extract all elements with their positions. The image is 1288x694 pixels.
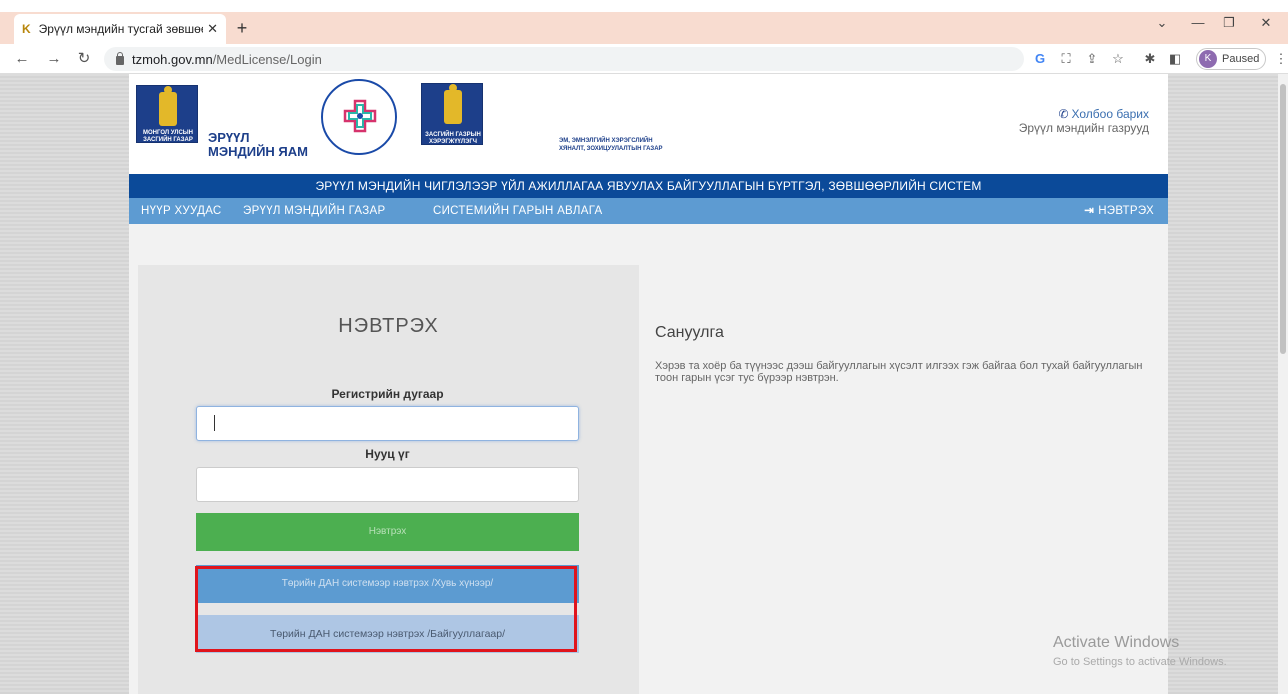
login-submit-button[interactable]: Нэвтрэх xyxy=(196,513,579,551)
register-number-input[interactable] xyxy=(196,406,579,441)
nav-item-health-department[interactable]: ЭРҮҮЛ МЭНДИЙН ГАЗАР xyxy=(243,198,385,224)
site-header: МОНГОЛ УЛСЫН ЗАСГИЙН ГАЗАР ЭРҮҮЛ МЭНДИЙН… xyxy=(129,74,1168,174)
tab-title: Эрүүл мэндийн тусгай зөвшөөр xyxy=(38,22,204,36)
ministry-line1: ЭРҮҮЛ xyxy=(208,130,250,145)
soyombo-icon xyxy=(444,84,462,124)
medical-cross-icon xyxy=(343,99,377,133)
forward-icon[interactable]: → xyxy=(44,49,64,69)
agency-line2: ХЯНАЛТ, ЗОХИЦУУЛАЛТЫН ГАЗАР xyxy=(559,146,663,152)
google-icon[interactable]: G xyxy=(1031,51,1049,66)
minimize-icon[interactable]: — xyxy=(1188,15,1208,30)
password-input[interactable] xyxy=(196,467,579,502)
close-window-icon[interactable]: ✕ xyxy=(1256,15,1276,31)
login-title: НЭВТРЭХ xyxy=(338,315,439,337)
share-icon[interactable]: ⇪ xyxy=(1083,51,1101,67)
browser-tab[interactable]: K Эрүүл мэндийн тусгай зөвшөөр ✕ xyxy=(14,14,226,44)
tab-search-icon[interactable]: ⌄ xyxy=(1152,15,1172,31)
star-icon[interactable]: ☆ xyxy=(1109,51,1127,67)
nav-login-link[interactable]: ⇥ НЭВТРЭХ xyxy=(1084,198,1154,224)
password-label: Нууц үг xyxy=(365,447,410,461)
ministry-circle-logo xyxy=(321,79,397,155)
menu-icon[interactable]: ⋮ xyxy=(1272,51,1288,67)
agency-name: ЭМ, ЭМНЭЛГИЙН ХЭРЭГСЛИЙН ХЯНАЛТ, ЗОХИЦУУ… xyxy=(559,137,663,153)
ministry-line2: МЭНДИЙН ЯАМ xyxy=(208,144,308,159)
register-field-wrap xyxy=(138,406,639,441)
government-emblem-logo: МОНГОЛ УЛСЫН ЗАСГИЙН ГАЗАР xyxy=(136,85,198,143)
soyombo-icon xyxy=(159,86,177,126)
site-container: МОНГОЛ УЛСЫН ЗАСГИЙН ГАЗАР ЭРҮҮЛ МЭНДИЙН… xyxy=(129,74,1168,694)
agency-emblem-caption: ЗАСГИЙН ГАЗРЫН ХЭРЭГЖҮҮЛЭГЧ АГЕНТЛАГ xyxy=(425,132,481,152)
back-icon[interactable]: ← xyxy=(12,49,32,69)
url-host: tzmoh.gov.mn xyxy=(132,51,213,67)
main-navbar: НҮҮР ХУУДАС ЭРҮҮЛ МЭНДИЙН ГАЗАР СИСТЕМИЙ… xyxy=(129,198,1168,224)
window-top-strip xyxy=(0,0,1288,12)
contact-link[interactable]: ✆ Холбоо барих xyxy=(1019,107,1149,121)
page-scrollbar[interactable] xyxy=(1278,74,1288,694)
emblem-caption: МОНГОЛ УЛСЫН ЗАСГИЙН ГАЗАР xyxy=(143,130,193,143)
profile-button[interactable]: K Paused xyxy=(1196,48,1266,70)
lock-icon xyxy=(116,51,124,65)
sign-in-icon: ⇥ xyxy=(1084,205,1095,217)
activate-windows-title: Activate Windows xyxy=(1053,634,1180,651)
url-field[interactable]: tzmoh.gov.mn/MedLicense/Login xyxy=(104,47,1024,71)
extensions-icon[interactable]: ✱ xyxy=(1141,51,1159,67)
nav-item-manual[interactable]: СИСТЕМИЙН ГАРЫН АВЛАГА xyxy=(433,198,602,224)
phone-icon: ✆ xyxy=(1058,107,1069,121)
notice-title: Сануулга xyxy=(655,324,724,341)
notice-text: Хэрэв та хоёр ба түүнээс дээш байгууллаг… xyxy=(655,360,1143,384)
translate-icon[interactable]: ⛶ xyxy=(1057,51,1075,67)
agency-emblem-logo: ЗАСГИЙН ГАЗРЫН ХЭРЭГЖҮҮЛЭГЧ АГЕНТЛАГ xyxy=(421,83,483,152)
url-path: /MedLicense/Login xyxy=(212,51,322,67)
contact-link-text[interactable]: Холбоо барих xyxy=(1072,107,1149,121)
address-bar-row: ← → ↻ tzmoh.gov.mn/MedLicense/Login G ⛶ … xyxy=(0,44,1288,74)
nav-item-home[interactable]: НҮҮР ХУУДАС xyxy=(141,198,222,224)
new-tab-button[interactable]: + xyxy=(230,16,254,40)
ministry-name: ЭРҮҮЛ МЭНДИЙН ЯАМ xyxy=(208,131,308,159)
reload-icon[interactable]: ↻ xyxy=(74,49,94,69)
profile-status: Paused xyxy=(1222,53,1260,65)
avatar: K xyxy=(1199,50,1217,68)
close-tab-icon[interactable]: ✕ xyxy=(207,21,218,37)
agency-line1: ЭМ, ЭМНЭЛГИЙН ХЭРЭГСЛИЙН xyxy=(559,138,653,144)
sidepanel-icon[interactable]: ◧ xyxy=(1166,51,1184,67)
system-title-bar: ЭРҮҮЛ МЭНДИЙН ЧИГЛЭЛЭЭР ҮЙЛ АЖИЛЛАГАА ЯВ… xyxy=(129,174,1168,198)
contact-subtitle[interactable]: Эрүүл мэндийн газрууд xyxy=(1019,121,1149,135)
scroll-thumb[interactable] xyxy=(1280,84,1286,354)
red-highlight-box xyxy=(195,566,577,652)
favicon-icon: K xyxy=(22,22,31,36)
text-caret xyxy=(214,415,215,431)
activate-windows-subtitle: Go to Settings to activate Windows. xyxy=(1053,656,1227,668)
nav-login-label[interactable]: НЭВТРЭХ xyxy=(1098,205,1154,217)
restore-icon[interactable]: ❐ xyxy=(1219,15,1239,31)
contact-block: ✆ Холбоо барих Эрүүл мэндийн газрууд xyxy=(1019,107,1149,135)
register-label: Регистрийн дугаар xyxy=(331,387,444,401)
